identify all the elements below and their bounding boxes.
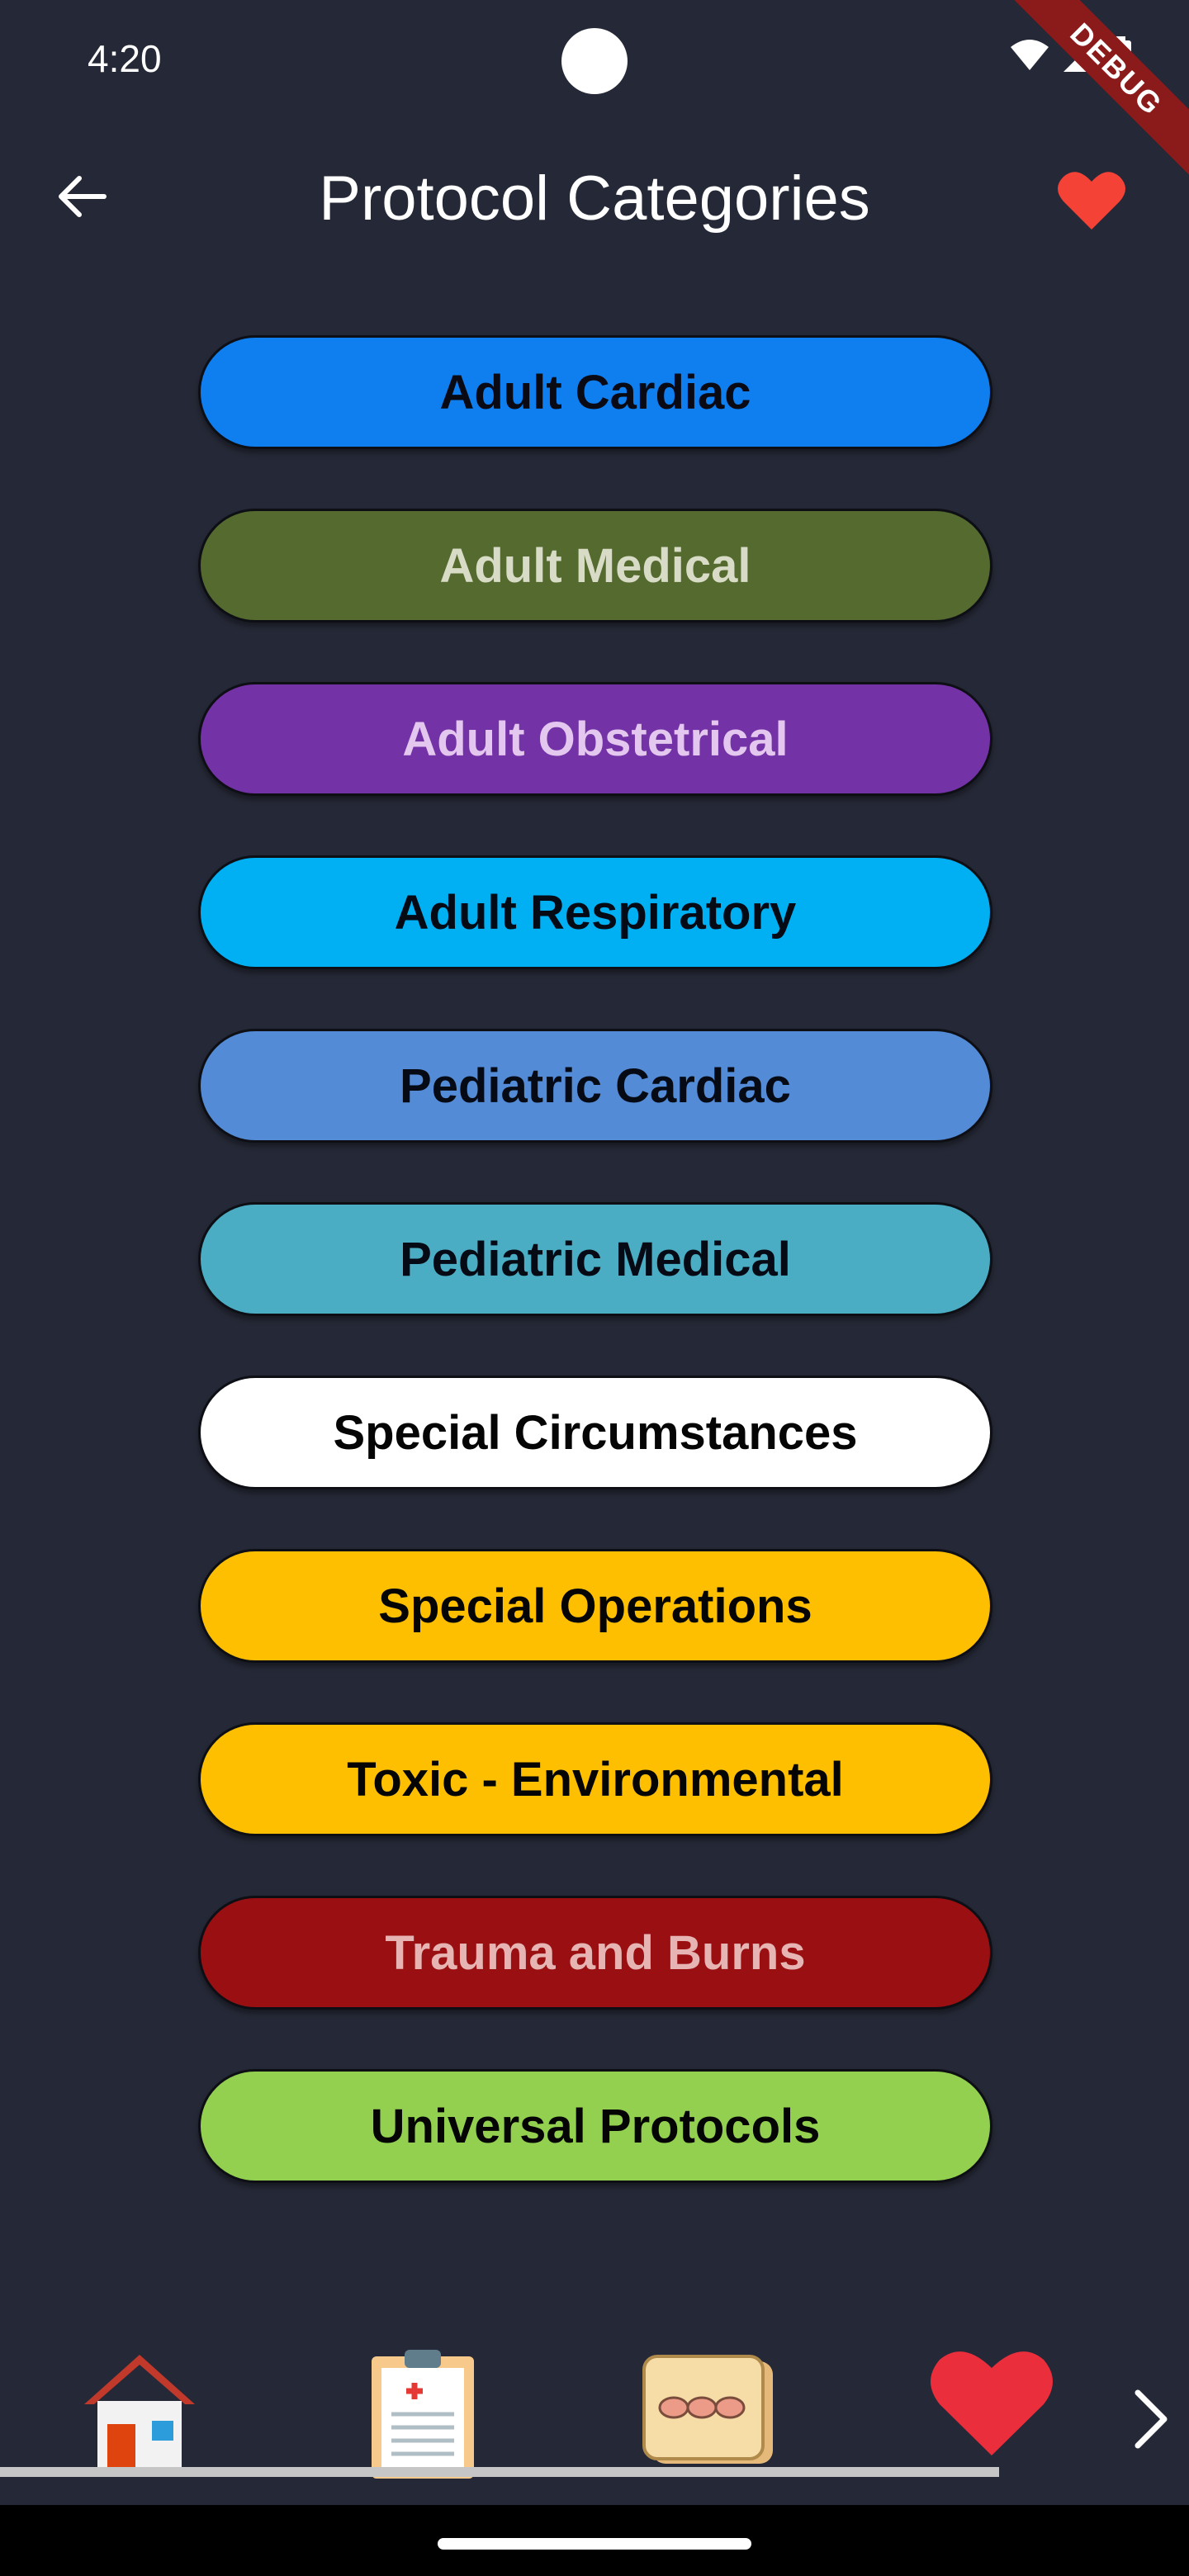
category-label: Universal Protocols [370, 2099, 821, 2153]
favorites-button[interactable] [1057, 168, 1126, 231]
camera-cutout [561, 28, 628, 94]
heart-icon [1057, 172, 1126, 234]
nav-home[interactable] [78, 2345, 201, 2481]
category-button-adult-respiratory[interactable]: Adult Respiratory [198, 855, 992, 969]
category-button-adult-obstetrical[interactable]: Adult Obstetrical [198, 682, 992, 796]
category-label: Pediatric Cardiac [400, 1058, 791, 1113]
page-title: Protocol Categories [319, 163, 870, 234]
category-label: Adult Respiratory [394, 885, 797, 940]
category-label: Pediatric Medical [400, 1232, 791, 1286]
app-bar: Protocol Categories [0, 140, 1189, 256]
category-button-special-operations[interactable]: Special Operations [198, 1549, 992, 1663]
category-button-universal-protocols[interactable]: Universal Protocols [198, 2069, 992, 2183]
category-button-special-circumstances[interactable]: Special Circumstances [198, 1376, 992, 1489]
category-label: Special Operations [378, 1579, 812, 1633]
category-label: Special Circumstances [333, 1405, 858, 1460]
nav-scrollbar[interactable] [0, 2467, 999, 2477]
nav-next-button[interactable] [1126, 2386, 1176, 2452]
category-label: Adult Medical [439, 538, 751, 593]
category-label: Adult Obstetrical [402, 712, 789, 766]
category-list: Adult Cardiac Adult Medical Adult Obstet… [198, 335, 992, 2242]
nav-clipboard[interactable] [365, 2345, 481, 2484]
chevron-right-icon [1126, 2389, 1176, 2455]
system-gesture-bar [0, 2505, 1189, 2576]
category-button-pediatric-medical[interactable]: Pediatric Medical [198, 1202, 992, 1316]
category-label: Trauma and Burns [385, 1925, 806, 1980]
nav-medications[interactable] [641, 2345, 776, 2473]
heart-icon [928, 2351, 1055, 2464]
category-button-toxic-environmental[interactable]: Toxic - Environmental [198, 1722, 992, 1836]
category-button-adult-medical[interactable]: Adult Medical [198, 509, 992, 623]
wifi-icon [1009, 39, 1050, 76]
category-button-pediatric-cardiac[interactable]: Pediatric Cardiac [198, 1029, 992, 1143]
category-button-trauma-and-burns[interactable]: Trauma and Burns [198, 1896, 992, 2010]
category-label: Adult Cardiac [439, 365, 751, 419]
status-time: 4:20 [88, 37, 162, 80]
nav-favorites[interactable] [928, 2345, 1055, 2465]
status-bar: 4:20 DEBUG [0, 0, 1189, 192]
category-button-adult-cardiac[interactable]: Adult Cardiac [198, 335, 992, 449]
category-label: Toxic - Environmental [347, 1752, 844, 1807]
home-gesture-handle[interactable] [438, 2538, 751, 2550]
